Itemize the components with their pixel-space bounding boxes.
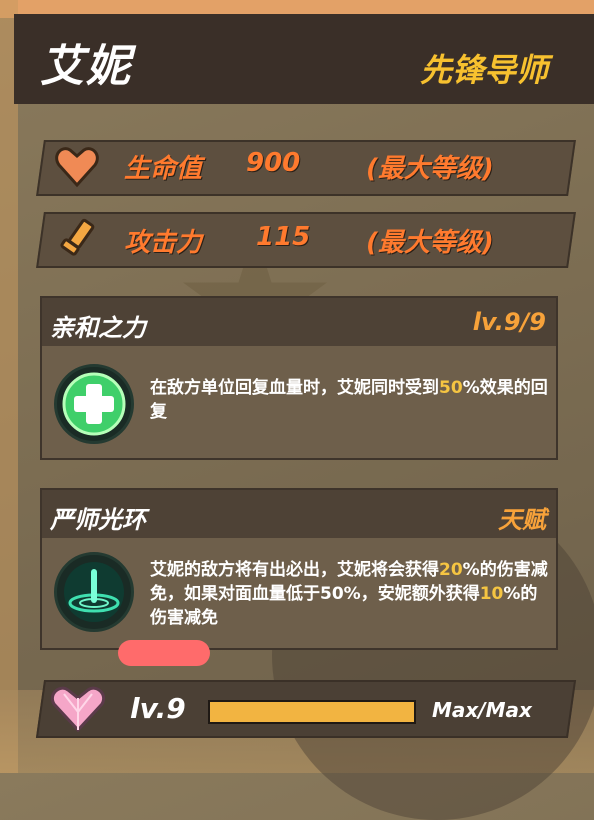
atk-value: 115 [256,222,311,252]
hp-note: (最大等级) [366,154,494,184]
atk-label: 攻击力 [124,228,203,258]
hp-stat-bar [36,140,576,196]
desc-highlight: 20 [439,560,463,580]
level-max-text: Max/Max [432,698,532,722]
level-progress-fill [210,702,414,722]
skill-panel-aura: 严师光环 天赋 艾妮的敌方将有出必出，艾妮将会获得20%的伤害减免，如果对面血量… [40,488,558,650]
sword-icon [54,215,100,261]
notification-pill [118,640,210,666]
character-title: 先锋导师 [419,51,548,89]
left-accent [0,0,18,773]
skill-panel-affinity: 亲和之力 lv.9/9 在敌方单位回复血量时，艾妮同时受到50%效果的回复 [40,296,558,460]
atk-note: (最大等级) [366,228,494,258]
desc-text: 在敌方单位回复血量时，艾妮同时受到 [150,378,439,398]
skill-description: 艾妮的敌方将有出必出，艾妮将会获得20%的伤害减免，如果对面血量低于50%，安妮… [150,558,550,630]
character-name: 艾妮 [40,41,132,92]
level-progress-bar [208,700,416,724]
hp-value: 900 [246,148,301,178]
skill-level: lv.9/9 [472,308,546,336]
skill-title: 严师光环 [50,506,146,534]
aura-icon [54,552,134,632]
skill-description: 在敌方单位回复血量时，艾妮同时受到50%效果的回复 [150,376,550,424]
skill-title: 亲和之力 [50,314,146,342]
heal-cross-icon [54,364,134,444]
pink-crystal-heart-icon [50,682,106,734]
hp-label: 生命值 [124,154,203,184]
skill-tag: 天赋 [498,506,546,534]
level-label: lv.9 [130,692,186,725]
desc-text: 艾妮的敌方将有出必出，艾妮将会获得 [150,560,439,580]
desc-highlight: 10 [479,584,504,604]
heart-icon [54,143,100,189]
desc-highlight: 50 [439,378,463,398]
